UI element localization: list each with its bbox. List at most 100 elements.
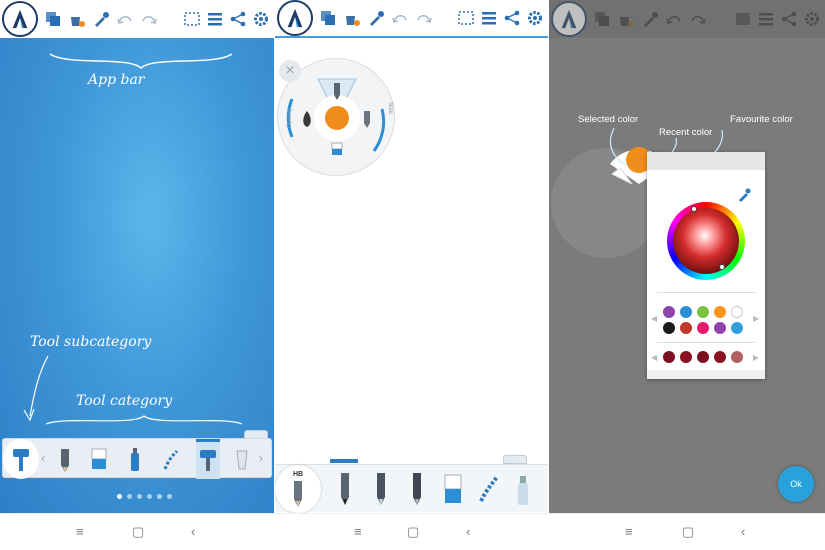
color-swatch[interactable] [731, 322, 743, 334]
picker-footer [647, 370, 765, 379]
current-color-swatch[interactable] [325, 106, 349, 130]
menu-nav-icon[interactable]: ≡ [76, 524, 84, 539]
settings-icon[interactable] [252, 10, 270, 28]
menu-nav-icon[interactable]: ≡ [354, 524, 362, 539]
eyedropper-icon[interactable] [737, 188, 751, 202]
color-picker-dialog: ◀ ▶ ◀ ▶ [647, 152, 765, 379]
marker-icon[interactable] [360, 109, 374, 129]
menu-nav-icon[interactable]: ≡ [625, 524, 633, 539]
undo-icon[interactable] [665, 10, 683, 28]
hue-handle[interactable] [691, 206, 697, 212]
color-swatch[interactable] [697, 351, 709, 363]
spray-tool-icon[interactable] [125, 445, 145, 473]
color-swatch[interactable] [697, 322, 709, 334]
app-logo-icon[interactable] [551, 1, 587, 37]
color-swatch[interactable] [731, 351, 743, 363]
share-icon[interactable] [780, 10, 798, 28]
home-nav-icon[interactable]: ▢ [682, 524, 694, 540]
pencil-2b-icon[interactable] [369, 471, 393, 507]
color-wheel[interactable] [667, 202, 745, 280]
color-swatch[interactable] [697, 306, 709, 318]
pencil-tool-icon[interactable] [55, 445, 75, 473]
saturation-disc[interactable] [673, 208, 739, 274]
recent-left-arrow-icon[interactable]: ◀ [651, 314, 657, 323]
redo-icon[interactable] [140, 10, 158, 28]
redo-icon[interactable] [415, 9, 433, 27]
layers-icon[interactable] [44, 10, 62, 28]
color-swatch[interactable] [714, 351, 726, 363]
recent-colors-row-2 [663, 322, 743, 334]
eyedropper-icon[interactable] [367, 9, 385, 27]
settings-icon[interactable] [803, 10, 821, 28]
page-dot[interactable] [117, 494, 122, 499]
strip-right-arrow-icon[interactable]: › [259, 451, 263, 465]
roller-tool-icon[interactable] [198, 445, 218, 473]
color-swatch[interactable] [663, 306, 675, 318]
page-dot[interactable] [147, 494, 152, 499]
undo-icon[interactable] [116, 10, 134, 28]
menu-icon[interactable] [480, 9, 498, 27]
pencil-hb-icon[interactable] [333, 471, 357, 507]
favourite-left-arrow-icon[interactable]: ◀ [651, 353, 657, 362]
ok-button[interactable]: Ok [778, 466, 814, 502]
color-swatch[interactable] [663, 351, 675, 363]
recent-right-arrow-icon[interactable]: ▶ [753, 314, 759, 323]
color-swatch[interactable] [680, 322, 692, 334]
layers-icon[interactable] [593, 10, 611, 28]
redo-icon[interactable] [689, 10, 707, 28]
color-swatch[interactable] [680, 306, 692, 318]
ink-icon[interactable] [300, 109, 314, 129]
eraser-icon[interactable] [330, 141, 344, 157]
app-logo-icon[interactable] [277, 0, 313, 36]
fill-tool-icon[interactable] [232, 445, 252, 473]
page-dot[interactable] [127, 494, 132, 499]
smudge-tool-icon[interactable] [477, 471, 501, 507]
share-icon[interactable] [229, 10, 247, 28]
page-dot[interactable] [137, 494, 142, 499]
strip-left-arrow-icon[interactable]: ‹ [41, 451, 45, 465]
color-swatch[interactable] [680, 351, 692, 363]
tool-subcategory-callout: Tool subcategory [30, 334, 152, 350]
back-nav-icon[interactable]: ‹ [466, 524, 470, 539]
system-nav-bar: ≡ ▢ ‹ ≡ ▢ ‹ ≡ ▢ ‹ [0, 513, 825, 550]
selected-tool-indicator [330, 459, 358, 463]
active-tool-button[interactable]: HB [275, 465, 321, 513]
menu-icon[interactable] [757, 10, 775, 28]
paint-bucket-icon[interactable] [343, 9, 361, 27]
share-icon[interactable] [503, 9, 521, 27]
undo-icon[interactable] [391, 9, 409, 27]
spray-tool-icon[interactable] [511, 471, 535, 507]
active-tool-button[interactable] [3, 439, 39, 479]
eraser-tool-icon[interactable] [441, 471, 465, 507]
pencil-6b-icon[interactable] [405, 471, 429, 507]
home-nav-icon[interactable]: ▢ [132, 524, 144, 540]
drawer-handle[interactable] [503, 455, 527, 464]
close-radial-button[interactable]: × [279, 60, 301, 82]
color-swatch[interactable] [731, 306, 743, 318]
color-swatch[interactable] [714, 306, 726, 318]
app-logo-icon[interactable] [2, 1, 38, 37]
selection-icon[interactable] [734, 10, 752, 28]
page-dot[interactable] [157, 494, 162, 499]
paint-bucket-icon[interactable] [68, 10, 86, 28]
smudge-tool-icon[interactable] [161, 445, 181, 473]
color-swatch[interactable] [714, 322, 726, 334]
app-bar-callout: App bar [88, 72, 145, 88]
selection-icon[interactable] [183, 10, 201, 28]
back-nav-icon[interactable]: ‹ [741, 524, 745, 539]
shade-handle[interactable] [719, 264, 725, 270]
back-nav-icon[interactable]: ‹ [191, 524, 195, 539]
color-swatch[interactable] [663, 322, 675, 334]
eyedropper-icon[interactable] [92, 10, 110, 28]
layers-icon[interactable] [319, 9, 337, 27]
paint-bucket-icon[interactable] [617, 10, 635, 28]
eraser-tool-icon[interactable] [89, 445, 109, 473]
favourite-right-arrow-icon[interactable]: ▶ [753, 353, 759, 362]
eyedropper-icon[interactable] [641, 10, 659, 28]
pencil-icon[interactable] [330, 81, 344, 101]
home-nav-icon[interactable]: ▢ [407, 524, 419, 540]
page-dot[interactable] [167, 494, 172, 499]
selection-icon[interactable] [457, 9, 475, 27]
settings-icon[interactable] [526, 9, 544, 27]
menu-icon[interactable] [206, 10, 224, 28]
